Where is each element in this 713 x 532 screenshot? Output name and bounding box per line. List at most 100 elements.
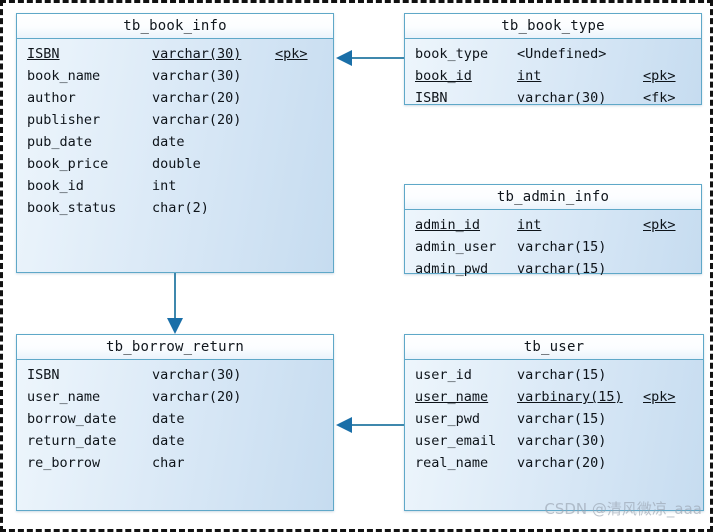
attribute-key-marker: <pk> <box>643 389 676 405</box>
attribute-name: user_id <box>415 367 472 383</box>
entity-title: tb_admin_info <box>496 189 610 205</box>
attribute-type: varchar(30) <box>152 68 242 84</box>
attribute-type: char <box>152 455 185 471</box>
attribute-row: user_name varchar(20) <box>17 386 333 408</box>
attribute-row: book_id int <pk> <box>405 65 701 87</box>
attribute-name: re_borrow <box>27 455 101 471</box>
attribute-row: ISBN varchar(30) <fk> <box>405 87 701 109</box>
entity-attribute-list: ISBN varchar(30) <pk> book_name varchar(30) a… <box>17 39 333 219</box>
attribute-type: int <box>517 68 542 84</box>
relationship-arrow-book-info-to-borrow-return <box>167 318 183 334</box>
relationship-line-book-info-to-borrow-return <box>174 273 176 320</box>
attribute-type: varchar(15) <box>517 261 607 277</box>
attribute-name: book_price <box>27 156 109 172</box>
attribute-row: book_id int <box>17 175 333 197</box>
attribute-type: varchar(30) <box>152 367 242 383</box>
attribute-key-marker: <pk> <box>643 217 676 233</box>
entity-attribute-list: admin_id int <pk> admin_user varchar(15) admi… <box>405 210 701 280</box>
entity-header: tb_borrow_return <box>17 335 333 360</box>
entity-header: tb_book_info <box>17 14 333 39</box>
entity-header: tb_user <box>405 335 703 360</box>
attribute-type: varchar(20) <box>152 90 242 106</box>
attribute-name: admin_id <box>415 217 481 233</box>
attribute-name: borrow_date <box>27 411 117 427</box>
attribute-name: author <box>27 90 76 106</box>
attribute-name: user_email <box>415 433 497 449</box>
entity-attribute-list: book_type <Undefined> book_id int <pk> ISBN va… <box>405 39 701 109</box>
entity-tb-book-info[interactable]: tb_book_info ISBN varchar(30) <pk> book_nam… <box>16 13 334 273</box>
attribute-row: ISBN varchar(30) <pk> <box>17 43 333 65</box>
attribute-row: pub_date date <box>17 131 333 153</box>
attribute-name: ISBN <box>415 90 448 106</box>
attribute-type: int <box>517 217 542 233</box>
attribute-name: book_status <box>27 200 117 216</box>
attribute-name: return_date <box>27 433 117 449</box>
entity-title: tb_book_type <box>501 18 605 34</box>
attribute-name: book_id <box>27 178 84 194</box>
attribute-type: varchar(30) <box>517 433 607 449</box>
attribute-name: user_name <box>27 389 101 405</box>
entity-header: tb_book_type <box>405 14 701 39</box>
attribute-row: publisher varchar(20) <box>17 109 333 131</box>
attribute-row: ISBN varchar(30) <box>17 364 333 386</box>
attribute-row: user_id varchar(15) <box>405 364 703 386</box>
relationship-arrow-user-to-borrow-return <box>336 417 352 433</box>
attribute-row: return_date date <box>17 430 333 452</box>
entity-attribute-list: user_id varchar(15) user_name varbinary(15)… <box>405 360 703 474</box>
attribute-key-marker: <pk> <box>275 46 308 62</box>
attribute-name: book_id <box>415 68 472 84</box>
attribute-row: admin_id int <pk> <box>405 214 701 236</box>
entity-title: tb_user <box>523 339 585 355</box>
attribute-row: book_name varchar(30) <box>17 65 333 87</box>
attribute-type: varchar(20) <box>152 389 242 405</box>
attribute-type: int <box>152 178 177 194</box>
attribute-name: ISBN <box>27 367 60 383</box>
attribute-type: varbinary(15) <box>517 389 623 405</box>
attribute-type: <Undefined> <box>517 46 607 62</box>
attribute-name: book_name <box>27 68 101 84</box>
attribute-name: admin_user <box>415 239 497 255</box>
relationship-arrow-book-type-to-book-info <box>336 50 352 66</box>
entity-tb-book-type[interactable]: tb_book_type book_type <Undefined> book_id… <box>404 13 702 106</box>
attribute-row: book_price double <box>17 153 333 175</box>
entity-tb-admin-info[interactable]: tb_admin_info admin_id int <pk> admin_user v… <box>404 184 702 277</box>
attribute-name: real_name <box>415 455 489 471</box>
attribute-type: varchar(20) <box>152 112 242 128</box>
attribute-key-marker: <pk> <box>643 68 676 84</box>
attribute-row: re_borrow char <box>17 452 333 474</box>
entity-title: tb_book_info <box>123 18 227 34</box>
attribute-name: book_type <box>415 46 489 62</box>
entity-attribute-list: ISBN varchar(30) user_name varchar(20) borro… <box>17 360 333 474</box>
entity-tb-user[interactable]: tb_user user_id varchar(15) user_name varbi… <box>404 334 704 511</box>
attribute-type: varchar(15) <box>517 239 607 255</box>
attribute-row: admin_pwd varchar(15) <box>405 258 701 280</box>
attribute-row: author varchar(20) <box>17 87 333 109</box>
relationship-line-user-to-borrow-return <box>343 424 404 426</box>
entity-header: tb_admin_info <box>405 185 701 210</box>
attribute-type: varchar(30) <box>517 90 607 106</box>
attribute-row: borrow_date date <box>17 408 333 430</box>
entity-tb-borrow-return[interactable]: tb_borrow_return ISBN varchar(30) user_nam… <box>16 334 334 511</box>
attribute-row: admin_user varchar(15) <box>405 236 701 258</box>
attribute-name: ISBN <box>27 46 60 62</box>
attribute-type: double <box>152 156 201 172</box>
attribute-type: date <box>152 134 185 150</box>
attribute-type: date <box>152 411 185 427</box>
attribute-type: varchar(15) <box>517 411 607 427</box>
attribute-row: user_email varchar(30) <box>405 430 703 452</box>
attribute-row: user_pwd varchar(15) <box>405 408 703 430</box>
attribute-row: book_type <Undefined> <box>405 43 701 65</box>
attribute-row: real_name varchar(20) <box>405 452 703 474</box>
attribute-type: varchar(30) <box>152 46 242 62</box>
attribute-type: varchar(20) <box>517 455 607 471</box>
attribute-type: char(2) <box>152 200 209 216</box>
attribute-row: user_name varbinary(15) <pk> <box>405 386 703 408</box>
attribute-row: book_status char(2) <box>17 197 333 219</box>
attribute-name: admin_pwd <box>415 261 489 277</box>
attribute-name: user_name <box>415 389 489 405</box>
relationship-line-book-type-to-book-info <box>343 57 404 59</box>
er-diagram-canvas: tb_book_info ISBN varchar(30) <pk> book_nam… <box>0 0 713 532</box>
attribute-name: user_pwd <box>415 411 481 427</box>
entity-title: tb_borrow_return <box>105 339 245 355</box>
attribute-key-marker: <fk> <box>643 90 676 106</box>
